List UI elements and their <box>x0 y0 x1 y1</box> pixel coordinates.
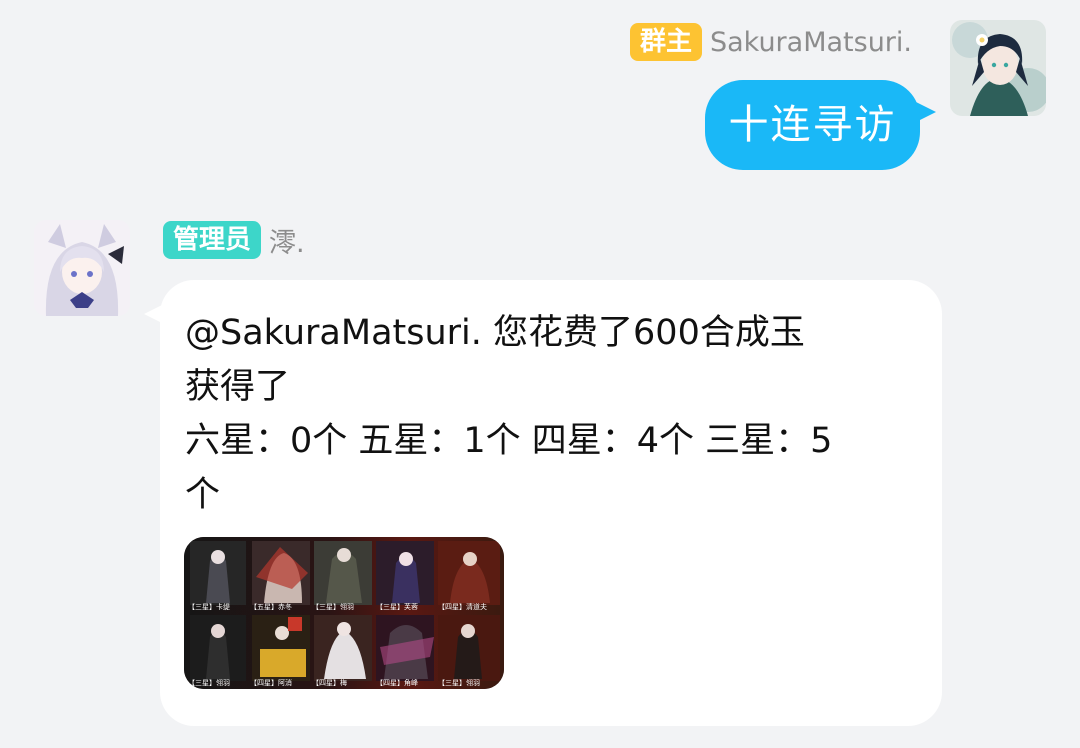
avatar-image <box>950 20 1046 116</box>
gacha-top-row <box>190 541 500 605</box>
svg-text:【四星】角峰: 【四星】角峰 <box>376 678 418 687</box>
role-badge-owner: 群主 <box>629 23 702 61</box>
message-text: @SakuraMatsuri. 您花费了600合成玉 获得了 六星：0个 五星：… <box>185 306 905 522</box>
sender-nickname[interactable]: SakuraMatsuri. <box>710 27 912 58</box>
svg-text:【三星】卡缇: 【三星】卡缇 <box>188 602 230 611</box>
svg-text:【三星】芙蓉: 【三星】芙蓉 <box>376 602 418 611</box>
gacha-bottom-row <box>190 615 500 681</box>
sender-info: 群主 SakuraMatsuri. <box>629 22 912 62</box>
sender-info: 管理员 澪. <box>163 220 305 260</box>
avatar-image <box>34 220 130 316</box>
sender-nickname[interactable]: 澪. <box>269 221 305 260</box>
message-line: @SakuraMatsuri. 您花费了600合成玉 <box>185 313 805 353</box>
message-bubble-other[interactable]: @SakuraMatsuri. 您花费了600合成玉 获得了 六星：0个 五星：… <box>160 280 942 726</box>
message-line: 获得了 <box>185 367 291 407</box>
svg-text:【四星】梅: 【四星】梅 <box>312 678 347 687</box>
sender-avatar-ling[interactable] <box>34 220 130 316</box>
svg-text:【五星】赤冬: 【五星】赤冬 <box>250 602 292 611</box>
svg-text:【四星】阿消: 【四星】阿消 <box>250 678 292 687</box>
svg-text:【三星】翎羽: 【三星】翎羽 <box>438 678 480 687</box>
message-line: 个 <box>185 475 221 515</box>
message-bubble-self[interactable]: 十连寻访 <box>705 80 920 170</box>
message-line: 六星：0个 五星：1个 四星：4个 三星：5 <box>185 421 833 461</box>
sender-avatar-sakuramatsuri[interactable] <box>950 20 1046 116</box>
svg-text:【三星】翎羽: 【三星】翎羽 <box>188 678 230 687</box>
gacha-result-image[interactable]: 【三星】卡缇 【五星】赤冬 【三星】翎羽 【三星】芙蓉 【四星】清道夫 【三星】… <box>184 537 504 689</box>
svg-text:【三星】翎羽: 【三星】翎羽 <box>312 602 354 611</box>
role-badge-admin: 管理员 <box>163 221 262 259</box>
gacha-result-illustration: 【三星】卡缇 【五星】赤冬 【三星】翎羽 【三星】芙蓉 【四星】清道夫 【三星】… <box>184 537 504 689</box>
svg-text:【四星】清道夫: 【四星】清道夫 <box>438 602 487 611</box>
